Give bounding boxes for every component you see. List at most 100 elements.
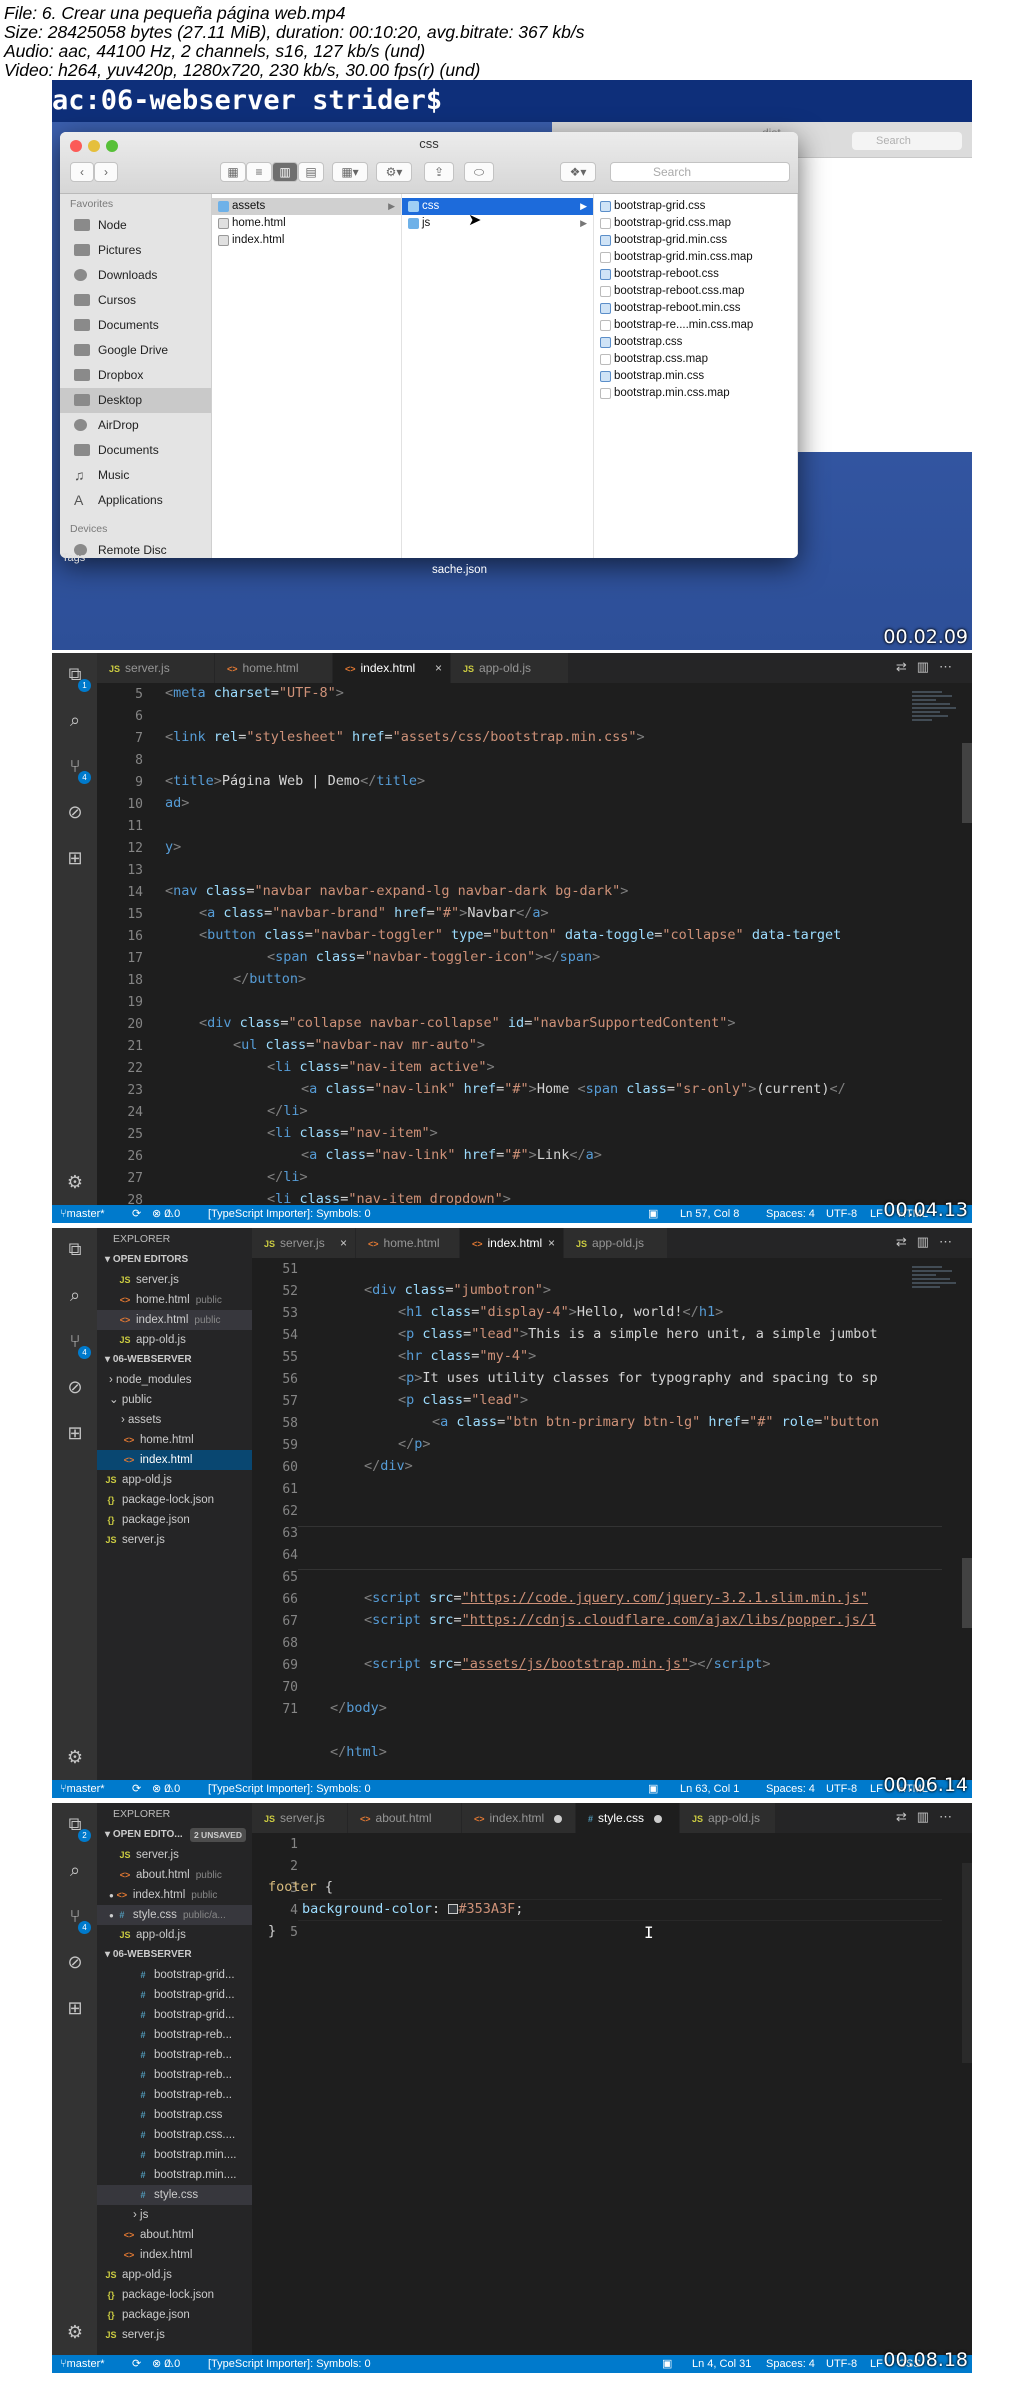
sidebar-item-cursos[interactable]: Cursos — [60, 288, 211, 313]
indentation[interactable]: Spaces: 4 — [766, 1205, 815, 1223]
tab-about-html[interactable]: <> about.html — [348, 1803, 462, 1833]
tree-app-old-js[interactable]: JS app-old.js — [97, 1470, 252, 1490]
open-editors-section[interactable]: ▾ OPEN EDITO... 2 UNSAVED — [97, 1825, 252, 1845]
view-columns-icon[interactable]: ▥ — [272, 162, 298, 182]
tree-node-modules[interactable]: › node_modules — [97, 1370, 252, 1390]
tab-app-old-js[interactable]: JS app-old.js — [564, 1228, 668, 1258]
tree-bootstrap-min-1[interactable]: # bootstrap.min.... — [97, 2145, 252, 2165]
tab-server-js[interactable]: JS server.js × — [252, 1228, 356, 1258]
file-robots-txt[interactable]: robots.txt — [432, 547, 479, 559]
eol[interactable]: LF — [870, 1780, 883, 1798]
tree-style-css[interactable]: # style.css — [97, 2185, 252, 2205]
folder-assets[interactable]: assets ▶ — [212, 198, 401, 215]
sidebar-item-downloads[interactable]: Downloads — [60, 263, 211, 288]
tab-server-js[interactable]: JS server.js — [252, 1803, 348, 1833]
minimap[interactable] — [912, 1266, 958, 1326]
tree-about-html[interactable]: <> about.html — [97, 2225, 252, 2245]
file-index-html[interactable]: index.html — [212, 232, 401, 249]
sidebar-item-documents-2[interactable]: Documents — [60, 438, 211, 463]
sidebar-item-dropbox[interactable]: Dropbox — [60, 363, 211, 388]
code-editor[interactable]: 51 52 53 54 55 56 57 58 59 60 61 62 63 64 65 66 67 68 69 70… — [252, 1258, 972, 1780]
forward-icon[interactable]: › — [94, 162, 118, 182]
file-bootstrap-grid-css-map[interactable]: bootstrap-grid.css.map — [594, 215, 797, 232]
view-gallery-icon[interactable]: ▤ — [298, 162, 324, 182]
open-editors-section[interactable]: ▾ OPEN EDITORS — [97, 1250, 252, 1270]
file-bootstrap-min-css[interactable]: bootstrap.min.css — [594, 368, 797, 385]
tree-bootstrap-grid-1[interactable]: # bootstrap-grid... — [97, 1965, 252, 1985]
feedback-icon[interactable]: ▣ — [648, 1205, 658, 1223]
scrollbar[interactable] — [962, 1833, 972, 2355]
feedback-icon[interactable]: ▣ — [662, 2355, 672, 2373]
close-icon[interactable]: × — [548, 1228, 555, 1258]
cursor-position[interactable]: Ln 63, Col 1 — [680, 1780, 739, 1798]
file-bootstrap-reboot-min-css-map[interactable]: bootstrap-re....min.css.map — [594, 317, 797, 334]
editor-actions[interactable]: ⇄▥⋯ — [896, 659, 962, 675]
open-editor-home-html[interactable]: <> home.html public — [97, 1290, 252, 1310]
project-section[interactable]: ▾ 06-WEBSERVER — [97, 1350, 252, 1370]
action-gear-icon[interactable]: ⚙▾ — [376, 162, 412, 182]
file-home-html[interactable]: home.html — [212, 215, 401, 232]
encoding[interactable]: UTF-8 — [826, 2355, 857, 2373]
problems-status[interactable]: ⊗ 0 ⚠ 0 — [152, 2355, 180, 2373]
debug-icon[interactable]: ⊘ — [64, 1376, 86, 1398]
extensions-icon[interactable]: ⊞ — [64, 1422, 86, 1444]
scrollbar[interactable] — [962, 683, 972, 1205]
encoding[interactable]: UTF-8 — [826, 1780, 857, 1798]
branch-status[interactable]: ⑂ master* — [60, 1780, 105, 1798]
tree-server-js[interactable]: JS server.js — [97, 1530, 252, 1550]
indentation[interactable]: Spaces: 4 — [766, 1780, 815, 1798]
sidebar-item-documents[interactable]: Documents — [60, 313, 211, 338]
tree-bootstrap-min-2[interactable]: # bootstrap.min.... — [97, 2165, 252, 2185]
tree-package-json[interactable]: {} package.json — [97, 1510, 252, 1530]
search-icon[interactable]: ⌕ — [64, 1284, 86, 1306]
folder-js[interactable]: js ▶ — [402, 215, 593, 232]
eol[interactable]: LF — [870, 1205, 883, 1223]
encoding[interactable]: UTF-8 — [826, 1205, 857, 1223]
tree-package-lock-json[interactable]: {} package-lock.json — [97, 2285, 252, 2305]
tab-app-old-js[interactable]: JS app-old.js — [451, 653, 569, 683]
open-editor-app-old-js[interactable]: JS app-old.js — [97, 1925, 252, 1945]
search-icon[interactable]: ⌕ — [64, 1859, 86, 1881]
folder-css[interactable]: css ▶ — [402, 198, 593, 215]
tree-public[interactable]: ⌄ public — [97, 1390, 252, 1410]
bg-search-field[interactable]: Search — [852, 132, 962, 150]
file-bootstrap-reboot-css[interactable]: bootstrap-reboot.css — [594, 266, 797, 283]
sidebar-item-pictures[interactable]: Pictures — [60, 238, 211, 263]
indentation[interactable]: Spaces: 4 — [766, 2355, 815, 2373]
settings-gear-icon[interactable]: ⚙ — [64, 1746, 86, 1768]
sidebar-item-applications[interactable]: A Applications — [60, 488, 211, 513]
debug-icon[interactable]: ⊘ — [64, 1951, 86, 1973]
tree-bootstrap-css-map[interactable]: # bootstrap.css.... — [97, 2125, 252, 2145]
open-editor-server-js[interactable]: JS server.js — [97, 1270, 252, 1290]
finder-search-input[interactable]: Search — [610, 162, 790, 182]
explorer-icon[interactable]: ⧉ — [64, 1238, 86, 1260]
close-icon[interactable]: × — [435, 653, 442, 683]
tab-index-html[interactable]: <> index.html × — [333, 653, 451, 683]
share-icon[interactable]: ⇪ — [424, 162, 454, 182]
tab-home-html[interactable]: <> home.html — [356, 1228, 460, 1258]
file-bootstrap-reboot-css-map[interactable]: bootstrap-reboot.css.map — [594, 283, 797, 300]
tree-bootstrap-reb-4[interactable]: # bootstrap-reb... — [97, 2085, 252, 2105]
file-sache-json[interactable]: sache.json — [432, 564, 487, 576]
cursor-position[interactable]: Ln 57, Col 8 — [680, 1205, 739, 1223]
debug-icon[interactable]: ⊘ — [64, 801, 86, 823]
tree-package-lock-json[interactable]: {} package-lock.json — [97, 1490, 252, 1510]
problems-status[interactable]: ⊗ 0 ⚠ 0 — [152, 1205, 180, 1223]
branch-status[interactable]: ⑂ master* — [60, 2355, 105, 2373]
back-icon[interactable]: ‹ — [70, 162, 94, 182]
open-editor-index-html[interactable]: ● <> index.html public — [97, 1885, 252, 1905]
problems-status[interactable]: ⊗ 0 ⚠ 0 — [152, 1780, 180, 1798]
tree-index-html[interactable]: <> index.html — [97, 1450, 252, 1470]
tab-index-html[interactable]: <> index.html — [462, 1803, 576, 1833]
search-icon[interactable]: ⌕ — [64, 709, 86, 731]
settings-gear-icon[interactable]: ⚙ — [64, 1171, 86, 1193]
tree-package-json[interactable]: {} package.json — [97, 2305, 252, 2325]
sidebar-item-desktop[interactable]: Desktop — [60, 388, 211, 413]
tag-icon[interactable]: ⬭ — [464, 162, 494, 182]
editor-actions[interactable]: ⇄▥⋯ — [896, 1809, 962, 1825]
code-editor[interactable]: 12345 footer { background-color: #353A3F… — [252, 1833, 972, 2355]
sync-icon[interactable]: ⟳ — [132, 2355, 141, 2373]
file-bootstrap-reboot-min-css[interactable]: bootstrap-reboot.min.css — [594, 300, 797, 317]
file-bootstrap-grid-min-css-map[interactable]: bootstrap-grid.min.css.map — [594, 249, 797, 266]
file-bootstrap-min-css-map[interactable]: bootstrap.min.css.map — [594, 385, 797, 402]
